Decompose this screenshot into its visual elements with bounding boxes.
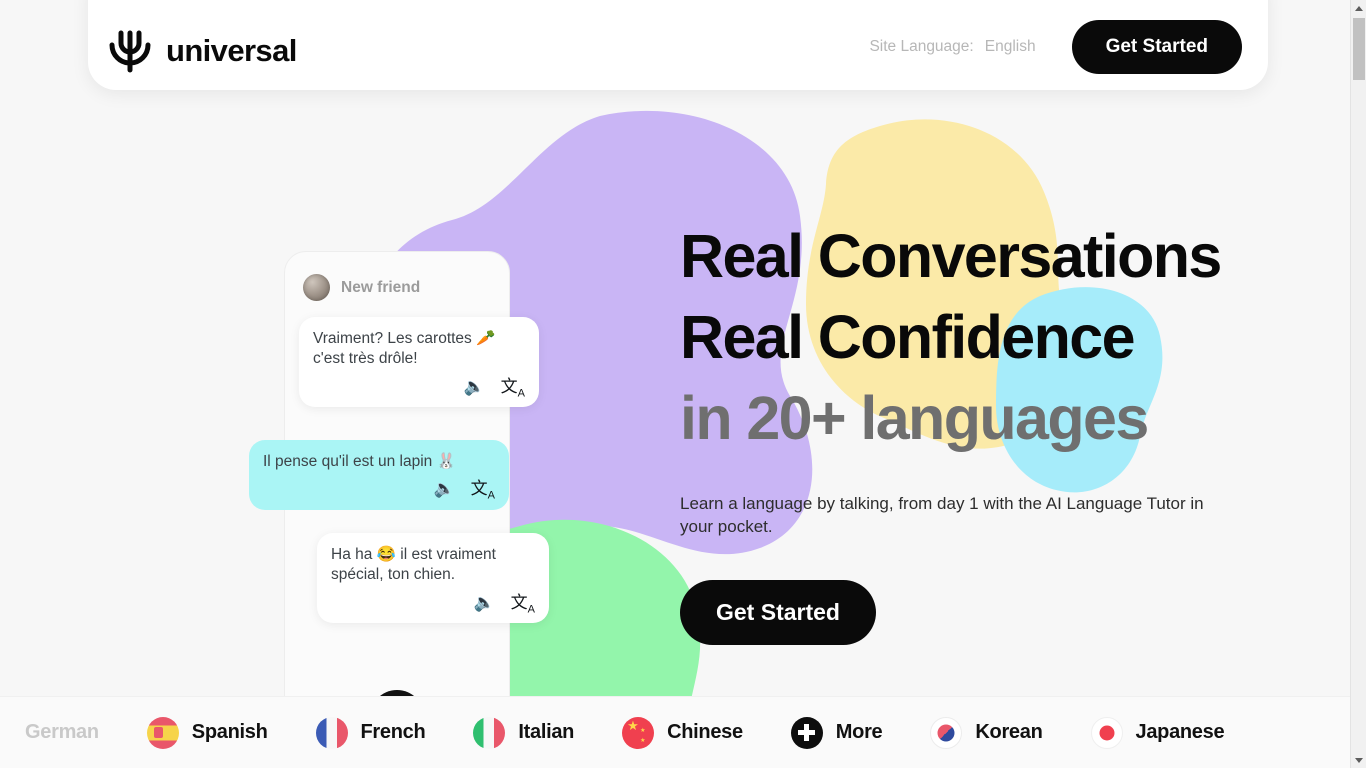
hero-subtitle: Learn a language by talking, from day 1 … xyxy=(680,494,1204,536)
speaker-icon[interactable]: 🔈 xyxy=(433,480,454,501)
language-item-spanish[interactable]: Spanish xyxy=(123,716,292,749)
language-carousel[interactable]: German Spanish French Italian Chinese Mo… xyxy=(0,696,1350,768)
page-viewport: New friend Vraiment? Les carottes 🥕 c'es… xyxy=(0,0,1350,768)
translate-icon[interactable]: 文A xyxy=(471,480,495,501)
language-label: German xyxy=(25,721,99,743)
get-started-button[interactable]: Get Started xyxy=(680,579,876,645)
chat-contact-name: New friend xyxy=(341,278,421,296)
message-actions: 🔈 文A xyxy=(263,480,495,501)
language-label: More xyxy=(835,721,883,743)
hero-copy: Real Conversations Real Confidence in 20… xyxy=(680,216,1260,645)
language-item-chinese[interactable]: Chinese xyxy=(598,716,767,749)
flag-it-icon xyxy=(473,716,506,749)
message-text: Ha ha 😂 il est vraiment spécial, ton chi… xyxy=(331,546,496,584)
language-item-italian[interactable]: Italian xyxy=(449,716,598,749)
brand-name: universal xyxy=(166,33,297,68)
site-header: universal Site Language: English Get Sta… xyxy=(88,0,1268,90)
translate-icon[interactable]: 文A xyxy=(501,378,525,399)
plus-icon xyxy=(790,716,823,749)
headline-line-1: Real Conversations xyxy=(680,222,1222,290)
scroll-down-arrow[interactable] xyxy=(1351,752,1366,768)
language-item-french[interactable]: French xyxy=(292,716,450,749)
language-label: French xyxy=(360,721,426,743)
message-actions: 🔈 文A xyxy=(331,594,535,615)
site-language-selector[interactable]: Site Language: English xyxy=(869,38,1035,56)
language-item-korean[interactable]: Korean xyxy=(906,716,1066,749)
site-language-value: English xyxy=(984,38,1036,55)
site-language-label: Site Language: xyxy=(869,38,974,55)
language-label: Italian xyxy=(518,721,575,743)
headline-line-2: Real Confidence xyxy=(680,303,1136,372)
flag-es-icon xyxy=(146,716,179,749)
flag-fr-icon xyxy=(315,716,348,749)
headline-line-3: in 20+ languages xyxy=(680,384,1149,453)
get-started-button-header[interactable]: Get Started xyxy=(1071,20,1242,74)
chat-message-incoming: Ha ha 😂 il est vraiment spécial, ton chi… xyxy=(317,533,549,624)
scroll-up-arrow[interactable] xyxy=(1351,0,1366,16)
chat-header: New friend xyxy=(285,252,509,301)
chat-preview-panel: New friend Vraiment? Les carottes 🥕 c'es… xyxy=(249,251,549,761)
speaker-icon[interactable]: 🔈 xyxy=(463,378,484,399)
scrollbar-thumb[interactable] xyxy=(1353,18,1365,80)
message-actions: 🔈 文A xyxy=(313,378,525,399)
hero-section: New friend Vraiment? Les carottes 🥕 c'es… xyxy=(0,96,1350,761)
language-item-more[interactable]: More xyxy=(767,716,907,749)
translate-icon[interactable]: 文A xyxy=(511,594,535,615)
language-item-german[interactable]: German xyxy=(0,717,123,749)
speaker-icon[interactable]: 🔈 xyxy=(473,594,494,615)
language-label: Korean xyxy=(975,721,1043,743)
universal-mic-logo-icon xyxy=(109,30,151,73)
language-label: Spanish xyxy=(191,721,268,743)
flag-cn-icon xyxy=(622,716,655,749)
language-item-japanese[interactable]: Japanese xyxy=(1067,716,1249,749)
chat-message-outgoing: Il pense qu'il est un lapin 🐰 🔈 文A xyxy=(249,440,509,510)
avatar xyxy=(303,274,330,301)
flag-kr-icon xyxy=(930,716,963,749)
message-text: Vraiment? Les carottes 🥕 c'est très drôl… xyxy=(313,330,496,368)
message-text: Il pense qu'il est un lapin 🐰 xyxy=(263,453,456,470)
header-actions: Site Language: English Get Started xyxy=(869,20,1242,74)
language-label: Japanese xyxy=(1135,721,1225,743)
vertical-scrollbar[interactable] xyxy=(1350,0,1366,768)
brand-logo[interactable]: universal xyxy=(108,28,297,74)
chat-message-incoming: Vraiment? Les carottes 🥕 c'est très drôl… xyxy=(299,317,539,408)
flag-jp-icon xyxy=(1090,716,1123,749)
language-label: Chinese xyxy=(667,721,743,743)
